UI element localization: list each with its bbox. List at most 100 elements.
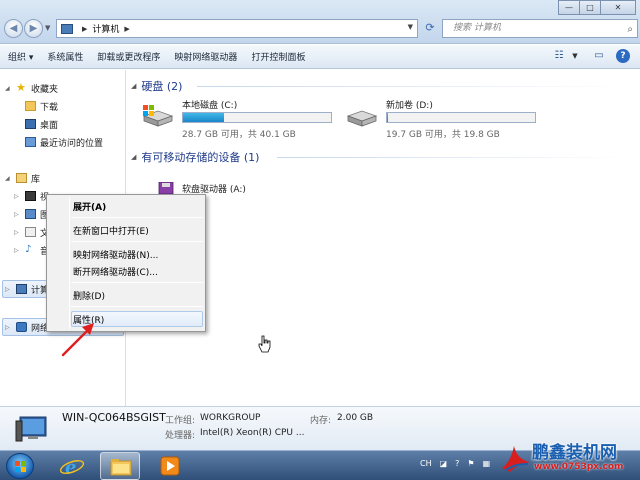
cpu-label: 处理器: [165,431,196,441]
watermark-brand: 鹏鑫装机网 [532,443,617,463]
menu-separator [71,241,203,242]
expand-triangle-icon[interactable]: ◢ [5,85,10,92]
forward-button[interactable]: ▶ [24,19,43,38]
expand-triangle-icon[interactable]: ▷ [14,247,19,254]
address-path[interactable]: 计算机 [92,22,119,35]
context-menu: 展开(A) 在新窗口中打开(E) 映射网络驱动器(N)... 断开网络驱动器(C… [46,194,206,332]
media-player-icon [160,456,180,476]
expand-triangle-icon[interactable]: ▷ [14,193,19,200]
watermark-url: www.0753px.com [534,462,624,472]
recent-pages-dropdown[interactable]: ▼ [45,24,50,32]
collapse-triangle-icon[interactable]: ◢ [131,153,136,161]
system-tray: CH ◪ ? ⚑ ▦ [420,459,498,468]
nav-desktop[interactable]: 桌面 [25,116,58,132]
cpu-value: Intel(R) Xeon(R) CPU ... [200,428,305,438]
removable-group-label: 有可移动存储的设备 (1) [141,151,260,164]
nav-lib-music[interactable]: ▷ ♪ 音 [14,242,49,258]
red-arrow-icon [61,323,94,357]
bird-logo-icon [502,446,530,472]
svg-text:e: e [65,457,76,478]
open-control-panel-button[interactable]: 打开控制面板 [251,50,305,63]
network-icon [16,322,27,332]
memory-label: 内存: [310,416,332,426]
menu-item-disconnect-drive[interactable]: 断开网络驱动器(C)... [73,265,158,278]
view-options-icon[interactable]: ☷ [552,49,566,63]
expand-triangle-icon[interactable]: ▷ [14,229,19,236]
network-icon[interactable]: ▦ [483,459,491,468]
drive-c-info: 28.7 GB 可用，共 40.1 GB [182,130,296,140]
windows-logo-icon [15,461,26,472]
back-button[interactable]: ◀ [4,19,23,38]
help-icon[interactable]: ? [616,49,630,63]
nav-network[interactable]: ▷ 网络 [4,319,49,335]
system-drive-icon [142,105,174,127]
computer-icon [16,284,27,294]
maximize-button[interactable]: □ [579,0,601,15]
collapse-triangle-icon[interactable]: ◢ [131,82,136,90]
nav-computer[interactable]: ▷ 计算 [4,281,49,297]
organize-button[interactable]: 组织 ▾ [8,50,33,63]
chevron-right-icon[interactable]: ▶ [124,25,129,33]
search-icon[interactable]: ⌕ [627,21,633,38]
workgroup-label: 工作组: [165,416,196,426]
search-input[interactable]: 搜索 计算机 ⌕ [442,19,638,38]
toolbar-right: ☷ ▼ ▭ ? [542,49,630,63]
nav-favorites[interactable]: ◢ ★ 收藏夹 [4,80,58,96]
hdd-group-header[interactable]: ◢ 硬盘 (2) [131,78,182,94]
nav-recent-label: 最近访问的位置 [40,138,104,149]
expand-triangle-icon[interactable]: ▷ [14,211,19,218]
system-properties-button[interactable]: 系统属性 [47,50,83,63]
folder-icon [110,459,132,476]
nav-desktop-label: 桌面 [40,120,59,131]
chevron-down-icon[interactable]: ▼ [568,49,582,63]
map-network-drive-button[interactable]: 映射网络驱动器 [174,50,237,63]
computer-icon [61,23,73,34]
removable-group-header[interactable]: ◢ 有可移动存储的设备 (1) [131,149,259,165]
refresh-icon[interactable]: ⟳ [421,19,439,38]
flag-icon[interactable]: ⚑ [467,459,474,468]
drive-d[interactable]: 新加卷 (D:) 19.7 GB 可用，共 19.8 GB [345,98,545,140]
window-controls: — □ ✕ [558,0,636,15]
expand-triangle-icon[interactable]: ▷ [5,286,10,293]
nav-downloads[interactable]: 下载 [25,98,58,114]
workgroup-value: WORKGROUP [200,413,261,423]
group-divider [277,157,627,158]
language-indicator[interactable]: CH [420,459,432,468]
video-icon [25,191,36,201]
desktop-icon [25,119,36,129]
close-button[interactable]: ✕ [600,0,636,15]
drive-c-usage-fill [183,113,225,122]
address-bar[interactable]: ▶ 计算机 ▶ ▼ [56,19,418,38]
uninstall-program-button[interactable]: 卸载或更改程序 [97,50,160,63]
menu-separator [71,282,203,283]
nav-lib-pictures[interactable]: ▷ 图 [14,206,49,222]
memory-value: 2.00 GB [337,413,374,423]
menu-item-expand[interactable]: 展开(A) [73,200,106,213]
chevron-right-icon[interactable]: ▶ [82,25,87,33]
taskbar-media-player[interactable] [150,452,190,480]
taskbar-explorer[interactable] [100,452,140,480]
taskbar-ie[interactable]: e [52,452,92,480]
star-icon: ★ [16,81,26,94]
help-icon[interactable]: ? [455,459,459,468]
nav-lib-documents[interactable]: ▷ 文 [14,224,49,240]
nav-libraries[interactable]: ◢ 库 [4,170,40,186]
title-bar: — □ ✕ ◀ ▶ ▼ ▶ 计算机 ▶ ▼ ⟳ 搜索 计算机 ⌕ [0,0,640,44]
address-dropdown-icon[interactable]: ▼ [408,23,413,31]
menu-item-delete[interactable]: 删除(D) [73,289,105,302]
command-bar: 组织 ▾ 系统属性 卸载或更改程序 映射网络驱动器 打开控制面板 ☷ ▼ ▭ ? [0,45,640,69]
group-divider [197,86,627,87]
hdd-group-label: 硬盘 (2) [141,80,183,93]
menu-item-open-new-window[interactable]: 在新窗口中打开(E) [73,224,149,237]
expand-triangle-icon[interactable]: ▷ [5,324,10,331]
nav-recent[interactable]: 最近访问的位置 [25,134,103,150]
preview-pane-icon[interactable]: ▭ [592,49,606,63]
menu-item-map-drive[interactable]: 映射网络驱动器(N)... [73,248,158,261]
ime-icon[interactable]: ◪ [440,459,448,468]
expand-triangle-icon[interactable]: ◢ [5,175,10,182]
drive-c[interactable]: 本地磁盘 (C:) 28.7 GB 可用，共 40.1 GB [141,98,341,140]
minimize-button[interactable]: — [558,0,580,15]
hard-drive-icon [346,110,378,127]
start-button[interactable] [6,453,34,479]
nav-lib-video[interactable]: ▷ 视 [14,188,49,204]
